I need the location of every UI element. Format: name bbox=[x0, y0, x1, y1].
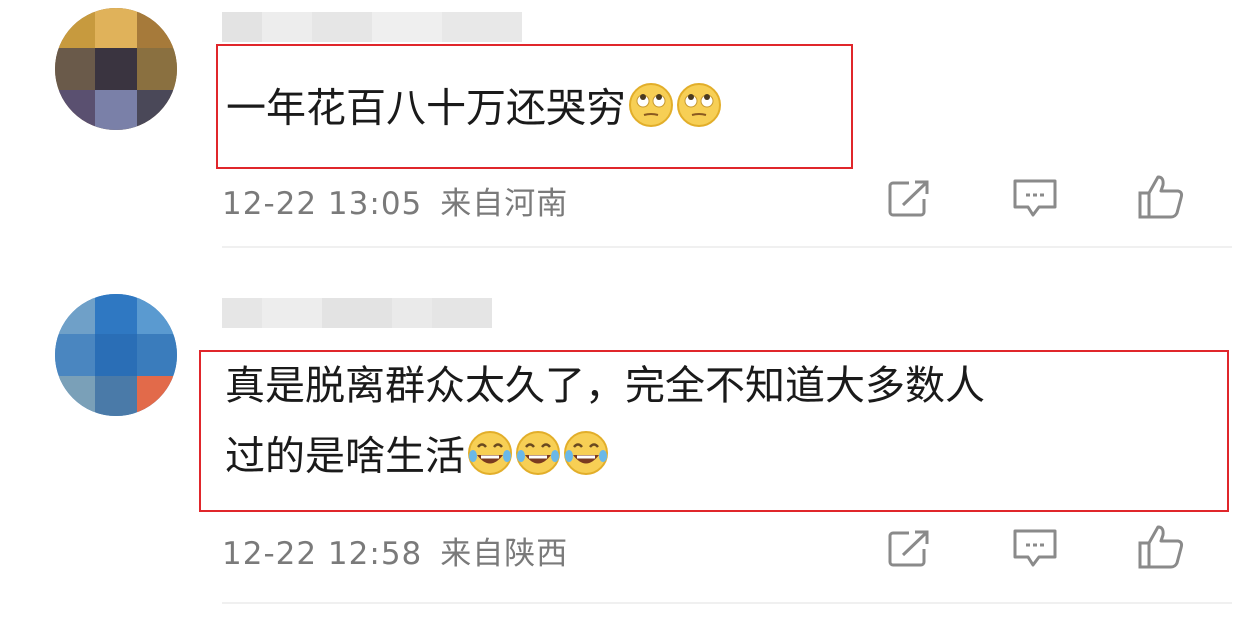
avatar[interactable] bbox=[55, 294, 177, 416]
avatar-pixel bbox=[55, 8, 95, 48]
username-blurred[interactable] bbox=[222, 12, 522, 42]
comment-button[interactable] bbox=[1008, 172, 1062, 226]
share-button[interactable] bbox=[882, 172, 936, 226]
rolling-eyes-emoji-icon bbox=[676, 82, 722, 139]
comment-item: 一年花百八十万还哭穷 12-22 13:05 来自河南 bbox=[0, 0, 1242, 250]
comment-item: 真是脱离群众太久了，完全不知道大多数人 过的是啥生活 12-22 12:58 来自… bbox=[0, 280, 1242, 620]
comment-date: 12-22 13:05 bbox=[222, 186, 423, 222]
avatar-pixel bbox=[95, 90, 137, 130]
comment-date: 12-22 12:58 bbox=[222, 536, 423, 572]
avatar-pixel bbox=[95, 8, 137, 48]
avatar-pixel bbox=[55, 90, 95, 130]
comment-location: 来自河南 bbox=[440, 186, 569, 222]
avatar-pixel bbox=[137, 90, 177, 130]
avatar-pixel bbox=[55, 376, 95, 416]
comment-meta: 12-22 12:58 来自陕西 bbox=[222, 528, 568, 573]
comment-text-line: 真是脱离群众太久了，完全不知道大多数人 bbox=[225, 363, 985, 409]
avatar-pixel bbox=[137, 376, 177, 416]
like-button[interactable] bbox=[1134, 170, 1188, 224]
comment-button[interactable] bbox=[1008, 522, 1062, 576]
avatar-pixel bbox=[95, 48, 137, 90]
divider bbox=[222, 246, 1232, 248]
avatar-pixel bbox=[137, 8, 177, 48]
comment-icon bbox=[1013, 529, 1057, 567]
share-icon bbox=[888, 530, 929, 567]
avatar-pixel bbox=[137, 48, 177, 90]
avatar-pixel bbox=[55, 48, 95, 90]
comment-text-highlight: 一年花百八十万还哭穷 bbox=[216, 44, 853, 169]
avatar-pixel bbox=[55, 334, 95, 376]
tears-of-joy-emoji-icon bbox=[467, 430, 513, 487]
divider bbox=[222, 602, 1232, 604]
avatar-pixel bbox=[95, 294, 137, 334]
avatar-pixel bbox=[55, 294, 95, 334]
comment-text-line: 一年花百八十万还哭穷 bbox=[226, 82, 851, 139]
avatar-pixel bbox=[137, 334, 177, 376]
avatar-pixel bbox=[95, 334, 137, 376]
avatar-pixel bbox=[95, 376, 137, 416]
username-blurred[interactable] bbox=[222, 298, 492, 328]
tears-of-joy-emoji-icon bbox=[515, 430, 561, 487]
avatar-pixel bbox=[137, 294, 177, 334]
like-icon bbox=[1138, 525, 1184, 569]
comment-icon bbox=[1013, 179, 1057, 217]
comment-text-highlight: 真是脱离群众太久了，完全不知道大多数人 过的是啥生活 bbox=[199, 350, 1229, 512]
comment-text-line: 过的是啥生活 bbox=[225, 430, 1227, 487]
tears-of-joy-emoji-icon bbox=[563, 430, 609, 487]
rolling-eyes-emoji-icon bbox=[628, 82, 674, 139]
comment-location: 来自陕西 bbox=[440, 536, 569, 572]
like-button[interactable] bbox=[1134, 520, 1188, 574]
share-button[interactable] bbox=[882, 522, 936, 576]
like-icon bbox=[1138, 175, 1184, 219]
comment-meta: 12-22 13:05 来自河南 bbox=[222, 178, 568, 223]
share-icon bbox=[888, 180, 929, 217]
avatar[interactable] bbox=[55, 8, 177, 130]
